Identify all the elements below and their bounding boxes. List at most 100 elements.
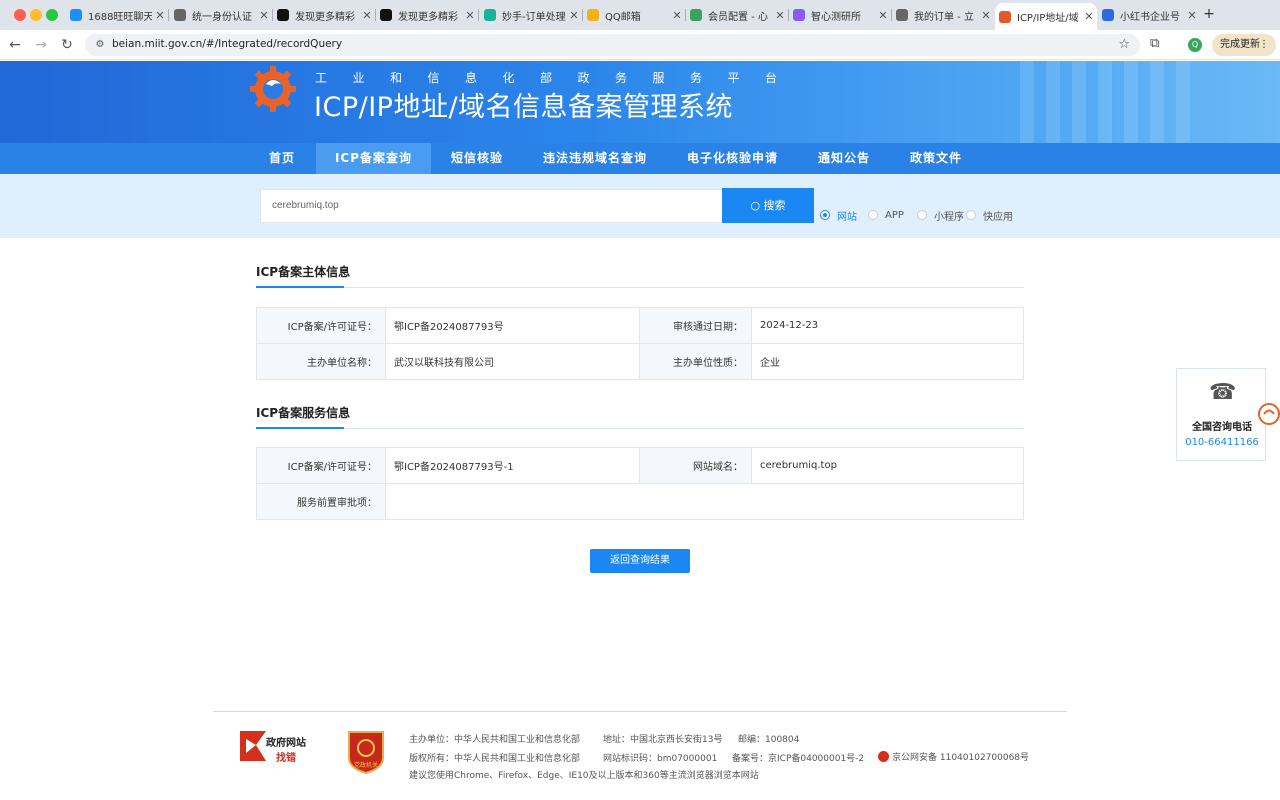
- tab-close-icon[interactable]: ✕: [875, 9, 891, 22]
- tab-title: 智心测研所: [811, 11, 861, 23]
- browser-tab[interactable]: ICP/IP地址/域 ✕: [995, 3, 1097, 30]
- extensions-icon[interactable]: ⧉: [1150, 36, 1159, 51]
- organizer-name: 武汉以联科技有限公司: [385, 343, 640, 380]
- tab-favicon-icon: [277, 9, 289, 21]
- tab-close-icon[interactable]: ✕: [772, 9, 788, 22]
- section-divider: [256, 427, 1024, 429]
- back-arrow-icon[interactable]: ←: [6, 36, 24, 54]
- radio-website[interactable]: 网站: [820, 209, 857, 223]
- nav-item-illegal-domain[interactable]: 违法违规域名查询: [530, 143, 660, 174]
- browser-tab[interactable]: 1688旺旺聊天 ✕: [66, 4, 168, 26]
- tab-close-icon[interactable]: ✕: [256, 9, 272, 22]
- tab-favicon-icon: [1102, 9, 1114, 21]
- tab-close-icon[interactable]: ✕: [462, 9, 478, 22]
- search-input[interactable]: cerebrumiq.top: [260, 189, 723, 223]
- profile-avatar[interactable]: Q: [1188, 38, 1202, 52]
- banner-decoration: [1020, 61, 1200, 143]
- side-contact-panel[interactable]: ☎ 全国咨询电话 010-66411166: [1176, 368, 1266, 461]
- maximize-window-button[interactable]: [46, 9, 58, 21]
- tab-favicon-icon: [380, 9, 392, 21]
- tab-close-icon[interactable]: ✕: [359, 9, 375, 22]
- footer-organizer: 主办单位：中华人民共和国工业和信息化部: [409, 735, 581, 745]
- party-logo-text: 党政机关: [353, 762, 378, 769]
- minimize-window-button[interactable]: [30, 9, 42, 21]
- label-cell: 主办单位名称：: [256, 343, 386, 380]
- browser-tab[interactable]: 智心测研所 ✕: [789, 4, 891, 26]
- search-button[interactable]: ○ 搜索: [722, 188, 814, 223]
- tab-title: 统一身份认证: [192, 11, 252, 23]
- party-gov-org-logo[interactable]: 党政机关: [347, 728, 385, 775]
- return-results-button[interactable]: 返回查询结果: [590, 549, 690, 573]
- radio-app-label: APP: [885, 209, 904, 221]
- browser-tab[interactable]: QQ邮箱 ✕: [583, 4, 685, 26]
- browser-tab[interactable]: 发现更多精彩 ✕: [273, 4, 375, 26]
- tab-title: 小红书企业号: [1120, 11, 1180, 23]
- tab-favicon-icon: [587, 9, 599, 21]
- footer-icp-text: 备案号：京ICP备04000001号-2: [732, 754, 865, 764]
- tab-favicon-icon: [484, 9, 496, 21]
- footer-divider: [213, 711, 1067, 712]
- new-tab-button[interactable]: +: [1200, 6, 1218, 22]
- radio-app[interactable]: APP: [868, 209, 904, 221]
- nav-item-e-verify[interactable]: 电子化核验申请: [675, 143, 790, 174]
- tab-close-icon[interactable]: ✕: [1081, 10, 1097, 23]
- address-bar[interactable]: ⚙ beian.miit.gov.cn/#/Integrated/recordQ…: [85, 34, 1140, 56]
- footer-zipcode: 邮编：100804: [738, 735, 800, 745]
- tab-title: QQ邮箱: [605, 11, 641, 23]
- nav-item-home[interactable]: 首页: [252, 143, 312, 174]
- pre-approval-items: [385, 483, 1024, 520]
- section-title-subject: ICP备案主体信息: [256, 265, 351, 279]
- nav-item-sms-verify[interactable]: 短信核验: [437, 143, 517, 174]
- reload-icon[interactable]: ↻: [58, 36, 76, 54]
- footer-browser-tip: 建议您使用Chrome、Firefox、Edge、IE10及以上版本和360等主…: [409, 771, 759, 781]
- 1688-extension-icon[interactable]: [1254, 402, 1280, 428]
- tab-close-icon[interactable]: ✕: [1184, 9, 1200, 22]
- service-info-table: ICP备案/许可证号： 鄂ICP备2024087793号-1 网站域名： cer…: [256, 447, 1024, 520]
- browser-tab[interactable]: 发现更多精彩 ✕: [376, 4, 478, 26]
- radio-unchecked-icon: [917, 210, 927, 220]
- tab-title: 会员配置 - 心: [708, 11, 768, 23]
- tab-favicon-icon: [70, 9, 82, 21]
- browser-tab[interactable]: 我的订单 - 立 ✕: [892, 4, 994, 26]
- tab-favicon-icon: [174, 9, 186, 21]
- tab-title: 1688旺旺聊天: [88, 11, 152, 23]
- tab-separator: [168, 9, 169, 21]
- tab-close-icon[interactable]: ✕: [152, 9, 168, 22]
- browser-tab[interactable]: 统一身份认证 ✕: [170, 4, 272, 26]
- update-button-label: 完成更新: [1220, 39, 1260, 50]
- search-button-label: 搜索: [763, 199, 786, 212]
- footer-police-record[interactable]: 京公网安备 11040102700068号: [878, 750, 1029, 763]
- browser-tab[interactable]: 妙手-订单处理 ✕: [480, 4, 582, 26]
- nav-item-icp-query[interactable]: ICP备案查询: [316, 143, 431, 174]
- browser-tab[interactable]: 会员配置 - 心 ✕: [686, 4, 788, 26]
- address-url[interactable]: beian.miit.gov.cn/#/Integrated/recordQue…: [112, 38, 342, 50]
- table-row: ICP备案/许可证号： 鄂ICP备2024087793号-1 网站域名： cer…: [256, 447, 1024, 484]
- tab-favicon-icon: [896, 9, 908, 21]
- tab-close-icon[interactable]: ✕: [669, 9, 685, 22]
- browser-toolbar: ← → ↻ ⚙ beian.miit.gov.cn/#/Integrated/r…: [0, 30, 1280, 60]
- radio-quick-app[interactable]: 快应用: [966, 209, 1013, 223]
- website-domain: cerebrumiq.top: [751, 447, 1024, 484]
- update-button[interactable]: 完成更新 ⋮: [1212, 34, 1276, 56]
- browser-tab[interactable]: 小红书企业号 ✕: [1098, 4, 1200, 26]
- radio-mini-program[interactable]: 小程序: [917, 209, 964, 223]
- nav-item-policy[interactable]: 政策文件: [897, 143, 975, 174]
- tab-title: ICP/IP地址/域: [1017, 13, 1079, 24]
- nav-item-notices[interactable]: 通知公告: [805, 143, 883, 174]
- forward-arrow-icon[interactable]: →: [32, 36, 50, 54]
- site-info-icon[interactable]: ⚙: [93, 38, 107, 52]
- organizer-type: 企业: [751, 343, 1024, 380]
- bookmark-star-icon[interactable]: ☆: [1118, 37, 1130, 52]
- radio-website-label: 网站: [837, 211, 857, 223]
- tab-close-icon[interactable]: ✕: [566, 9, 582, 22]
- contact-phone: 010-66411166: [1185, 437, 1259, 448]
- table-row: 服务前置审批项：: [256, 483, 1024, 520]
- menu-dots-icon[interactable]: ⋮: [1259, 34, 1269, 56]
- page-title: ICP/IP地址/域名信息备案管理系统: [314, 92, 734, 123]
- close-window-button[interactable]: [14, 9, 26, 21]
- tab-favicon-icon: [793, 9, 805, 21]
- footer-icp-number[interactable]: 备案号：京ICP备04000001号-2: [732, 751, 864, 764]
- label-cell: ICP备案/许可证号：: [256, 447, 386, 484]
- tab-close-icon[interactable]: ✕: [978, 9, 994, 22]
- gov-site-error-logo[interactable]: 政府网站 找错: [238, 729, 312, 764]
